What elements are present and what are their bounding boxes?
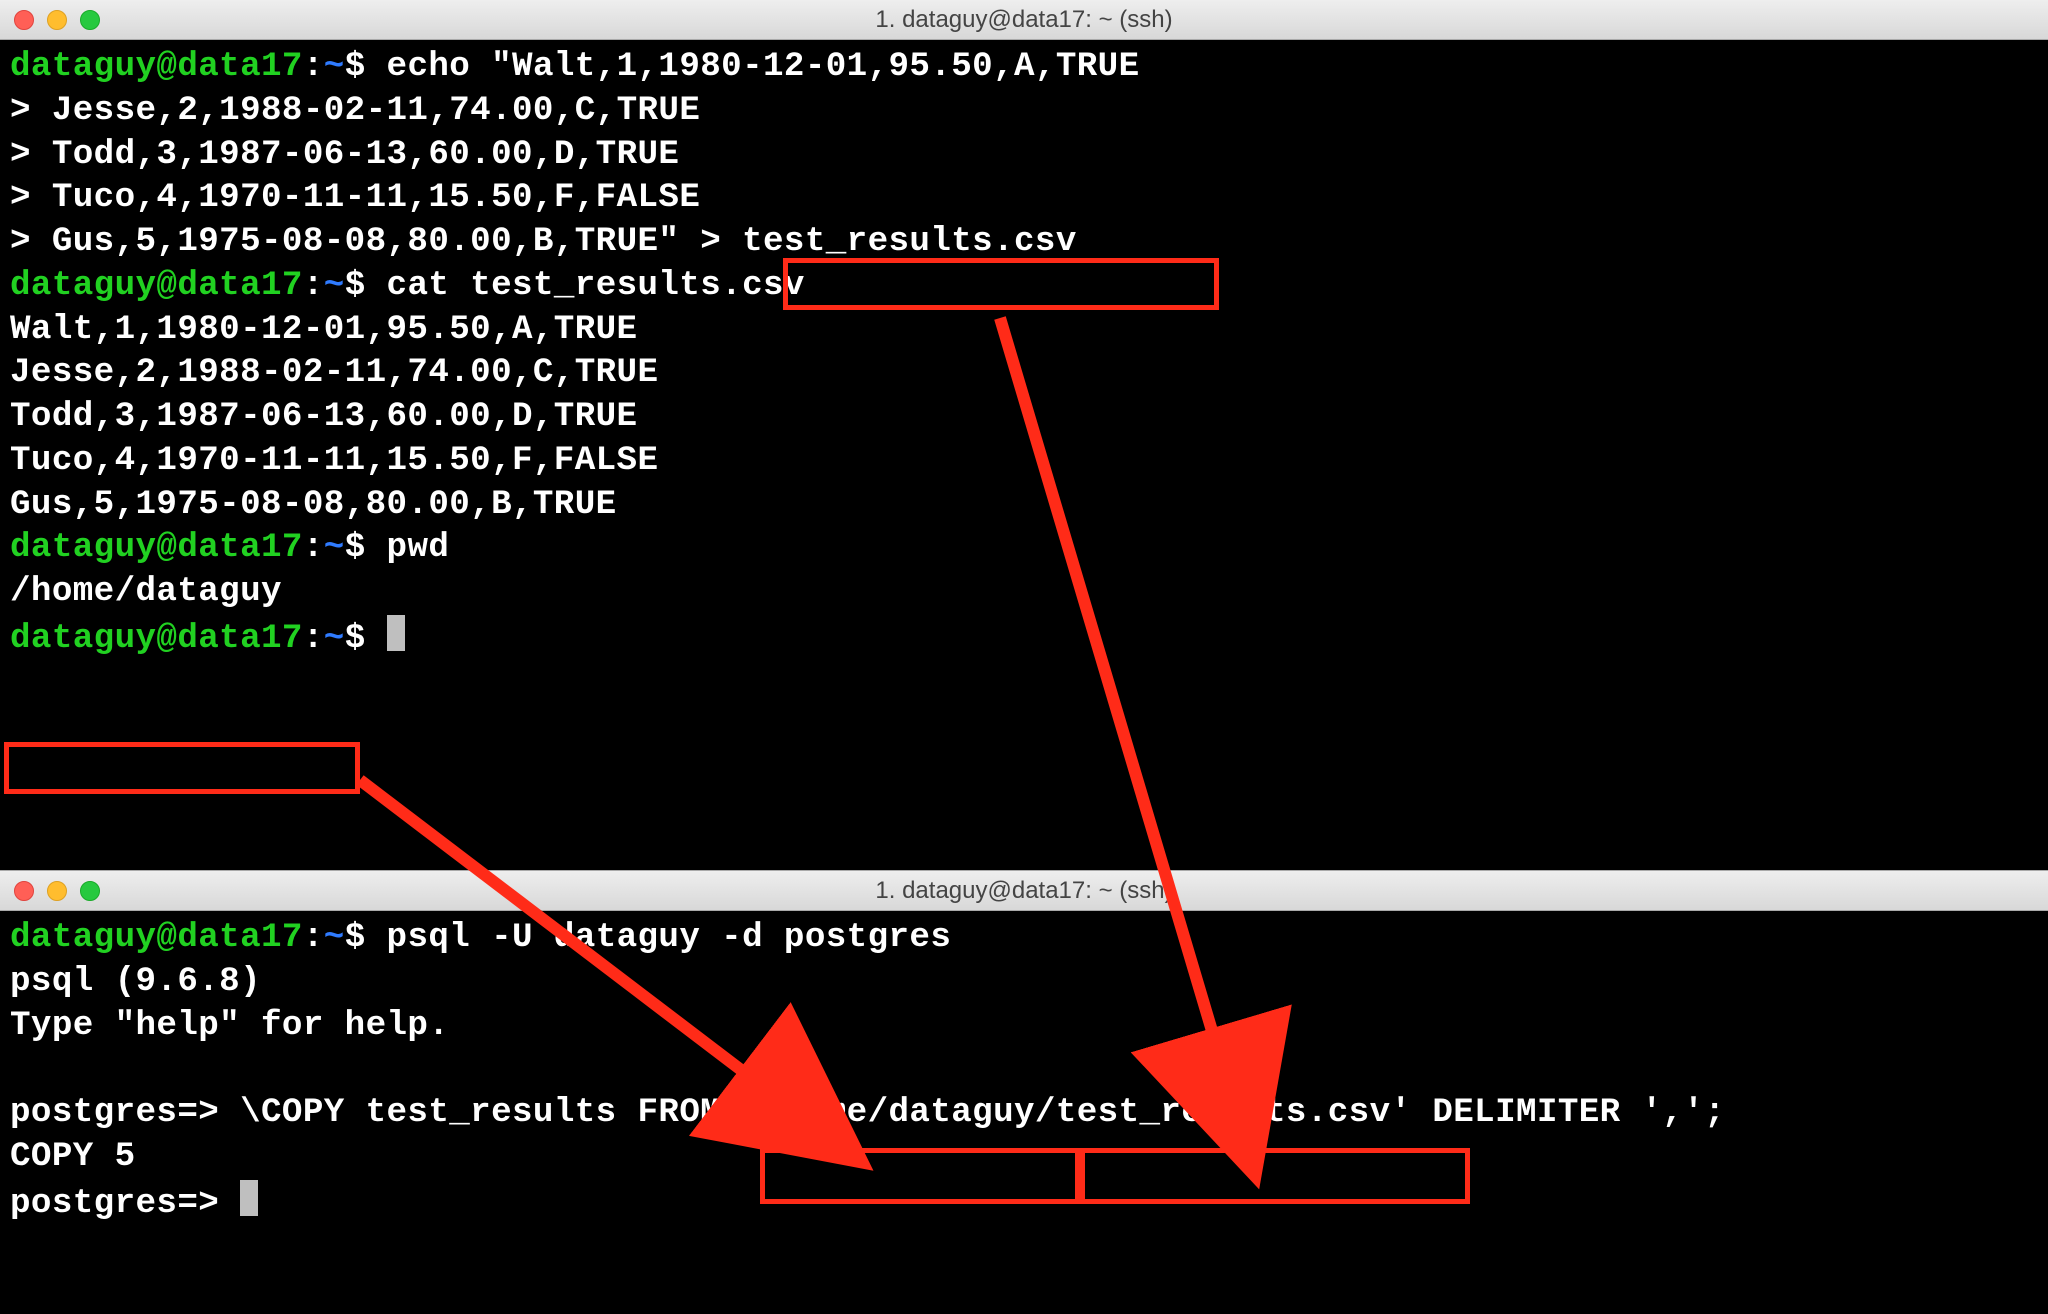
- terminal-window-bottom: 1. dataguy@data17: ~ (ssh) dataguy@data1…: [0, 870, 2048, 1232]
- pwd-output: /home/dataguy: [10, 573, 282, 611]
- terminal-body-top[interactable]: dataguy@data17:~$ echo "Walt,1,1980-12-0…: [0, 40, 2048, 668]
- close-icon[interactable]: [14, 10, 34, 30]
- cursor-icon: [240, 1180, 258, 1216]
- window-title: 1. dataguy@data17: ~ (ssh): [875, 6, 1172, 34]
- psql-banner: psql (9.6.8): [10, 963, 261, 1001]
- cat-output: Walt,1,1980-12-01,95.50,A,TRUE: [10, 311, 637, 349]
- psql-command: psql -U dataguy -d postgres: [387, 919, 952, 957]
- pwd-command: pwd: [387, 529, 450, 567]
- prompt-path: ~: [324, 48, 345, 86]
- cursor-icon: [387, 615, 405, 651]
- prompt-user: dataguy@data17: [10, 48, 303, 86]
- traffic-lights: [14, 10, 100, 30]
- terminal-body-bottom[interactable]: dataguy@data17:~$ psql -U dataguy -d pos…: [0, 911, 2048, 1232]
- titlebar-bottom[interactable]: 1. dataguy@data17: ~ (ssh): [0, 871, 2048, 911]
- highlight-pwd-output: [4, 742, 360, 794]
- csv-output-file: test_results.csv: [742, 223, 1077, 261]
- minimize-icon[interactable]: [47, 881, 67, 901]
- copy-path-dir: '/home/dataguy/: [742, 1094, 1056, 1132]
- minimize-icon[interactable]: [47, 10, 67, 30]
- copy-path-file: test_results.csv': [1056, 1094, 1412, 1132]
- traffic-lights: [14, 881, 100, 901]
- cat-command: cat test_results.csv: [387, 267, 805, 305]
- postgres-prompt: postgres=>: [10, 1094, 219, 1132]
- terminal-window-top: 1. dataguy@data17: ~ (ssh) dataguy@data1…: [0, 0, 2048, 668]
- copy-result: COPY 5: [10, 1138, 136, 1176]
- close-icon[interactable]: [14, 881, 34, 901]
- titlebar-top[interactable]: 1. dataguy@data17: ~ (ssh): [0, 0, 2048, 40]
- zoom-icon[interactable]: [80, 881, 100, 901]
- copy-command: \COPY test_results FROM '/home/dataguy/t…: [240, 1094, 1725, 1132]
- zoom-icon[interactable]: [80, 10, 100, 30]
- echo-command: echo "Walt,1,1980-12-01,95.50,A,TRUE: [387, 48, 1140, 86]
- window-title: 1. dataguy@data17: ~ (ssh): [875, 877, 1172, 905]
